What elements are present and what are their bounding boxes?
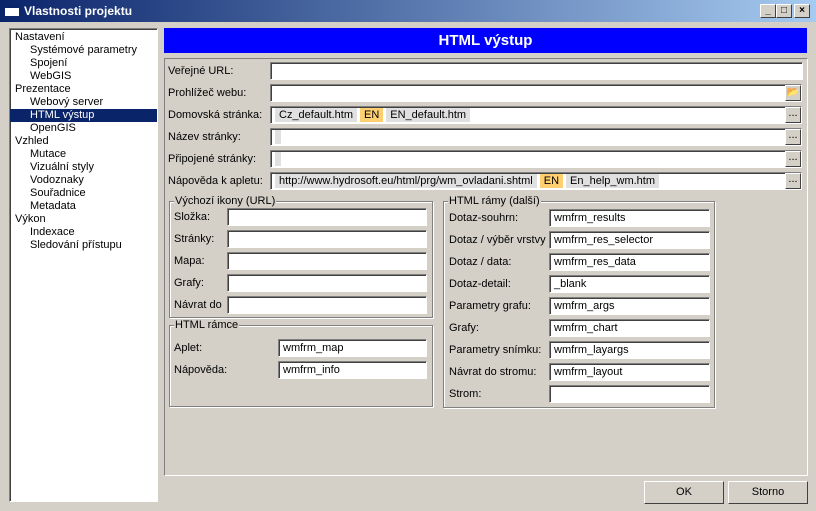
browse-button[interactable]: ... [785, 173, 801, 189]
tree-item[interactable]: Sledování přístupu [10, 239, 157, 252]
field-value: wmfrm_args [554, 300, 615, 312]
language-badge: EN [539, 174, 564, 188]
maximize-button[interactable]: □ [776, 4, 792, 18]
frame-input[interactable]: wmfrm_results [549, 209, 710, 227]
field-value: wmfrm_map [283, 342, 344, 354]
home-label: Domovská stránka: [168, 109, 263, 121]
cz-value: Cz_default.htm [275, 108, 357, 122]
tree-item[interactable]: Spojení [10, 57, 157, 70]
field-value: wmfrm_res_data [554, 256, 636, 268]
public-url-label: Veřejné URL: [168, 65, 234, 77]
frame-input[interactable]: wmfrm_info [278, 361, 427, 379]
page-name-label: Název stránky: [168, 131, 241, 143]
window-icon [5, 5, 19, 16]
frame-label: Návrat do stromu: [449, 366, 537, 378]
frame-input[interactable]: wmfrm_layout [549, 363, 710, 381]
tree-item[interactable]: Metadata [10, 200, 157, 213]
tree-item[interactable]: Nastavení [10, 31, 157, 44]
frame-label: Parametry grafu: [449, 300, 531, 312]
tree-item[interactable]: Vizuální styly [10, 161, 157, 174]
page-title: HTML výstup [164, 28, 807, 53]
page-name-input[interactable] [270, 128, 802, 146]
settings-tree[interactable]: Nastavení Systémové parametry Spojení WebGI… [9, 28, 158, 502]
close-button[interactable]: × [794, 4, 810, 18]
cz-value: http://www.hydrosoft.eu/html/prg/wm_ovla… [275, 174, 537, 188]
field-value: _blank [554, 278, 587, 290]
empty-value [275, 130, 281, 144]
minimize-button[interactable]: _ [760, 4, 776, 18]
frame-input[interactable] [549, 385, 710, 403]
frame-input[interactable]: _blank [549, 275, 710, 293]
browser-input[interactable] [270, 84, 802, 102]
icon-label: Stránky: [174, 233, 215, 245]
tree-item[interactable]: OpenGIS [10, 122, 157, 135]
browse-button[interactable]: ... [785, 151, 801, 167]
frame-label: Dotaz-detail: [449, 278, 511, 290]
title-bar: Vlastnosti projektu _ □ × [0, 0, 816, 22]
frame-input[interactable]: wmfrm_map [278, 339, 427, 357]
tree-item[interactable]: Webový server [10, 96, 157, 109]
en-value: En_help_wm.htm [566, 174, 660, 188]
tree-item[interactable]: Prezentace [10, 83, 157, 96]
frame-label: Dotaz / výběr vrstvy [449, 234, 546, 246]
open-folder-icon[interactable]: 📂 [785, 85, 801, 101]
applet-help-input[interactable]: http://www.hydrosoft.eu/html/prg/wm_ovla… [270, 172, 802, 190]
frame-label: Nápověda: [174, 364, 228, 376]
frame-label: Aplet: [174, 342, 203, 354]
icon-label: Grafy: [174, 277, 204, 289]
group-title: Výchozí ikony (URL) [174, 195, 277, 207]
group-title: HTML rámy (další) [448, 195, 541, 207]
attached-input[interactable] [270, 150, 802, 168]
icon-label: Mapa: [174, 255, 205, 267]
frame-label: Dotaz-souhrn: [449, 212, 519, 224]
icon-label: Složka: [174, 211, 211, 223]
window-title: Vlastnosti projektu [24, 4, 133, 18]
language-badge: EN [359, 108, 384, 122]
tree-item[interactable]: Indexace [10, 226, 157, 239]
en-value: EN_default.htm [386, 108, 471, 122]
browser-label: Prohlížeč webu: [168, 87, 247, 99]
frame-input[interactable]: wmfrm_res_selector [549, 231, 710, 249]
icon-url-input[interactable] [227, 296, 427, 314]
home-input[interactable]: Cz_default.htm EN EN_default.htm [270, 106, 802, 124]
public-url-input[interactable] [270, 62, 803, 80]
frame-input[interactable]: wmfrm_args [549, 297, 710, 315]
ok-button[interactable]: OK [644, 481, 724, 504]
field-value: wmfrm_info [283, 364, 340, 376]
icon-url-input[interactable] [227, 208, 427, 226]
field-value: wmfrm_layargs [554, 344, 629, 356]
tree-item[interactable]: HTML výstup [10, 109, 157, 122]
empty-value [275, 152, 281, 166]
tree-item[interactable]: Mutace [10, 148, 157, 161]
frame-input[interactable]: wmfrm_layargs [549, 341, 710, 359]
tree-item[interactable]: Systémové parametry [10, 44, 157, 57]
tree-item[interactable]: Souřadnice [10, 187, 157, 200]
icon-label: Návrat do [174, 299, 222, 311]
attached-label: Připojené stránky: [168, 153, 257, 165]
browse-button[interactable]: ... [785, 129, 801, 145]
tree-item[interactable]: Vodoznaky [10, 174, 157, 187]
field-value: wmfrm_layout [554, 366, 623, 378]
icon-url-input[interactable] [227, 230, 427, 248]
field-value: wmfrm_res_selector [554, 234, 654, 246]
tree-item[interactable]: WebGIS [10, 70, 157, 83]
cancel-button[interactable]: Storno [728, 481, 808, 504]
applet-help-label: Nápověda k apletu: [168, 175, 263, 187]
frame-label: Grafy: [449, 322, 479, 334]
icon-url-input[interactable] [227, 274, 427, 292]
tree-item[interactable]: Výkon [10, 213, 157, 226]
frame-label: Strom: [449, 388, 482, 400]
tree-item[interactable]: Vzhled [10, 135, 157, 148]
group-title: HTML rámce [174, 319, 240, 331]
frame-label: Parametry snímku: [449, 344, 542, 356]
browse-button[interactable]: ... [785, 107, 801, 123]
field-value: wmfrm_chart [554, 322, 618, 334]
frame-input[interactable]: wmfrm_chart [549, 319, 710, 337]
icon-url-input[interactable] [227, 252, 427, 270]
frame-label: Dotaz / data: [449, 256, 512, 268]
field-value: wmfrm_results [554, 212, 626, 224]
frame-input[interactable]: wmfrm_res_data [549, 253, 710, 271]
